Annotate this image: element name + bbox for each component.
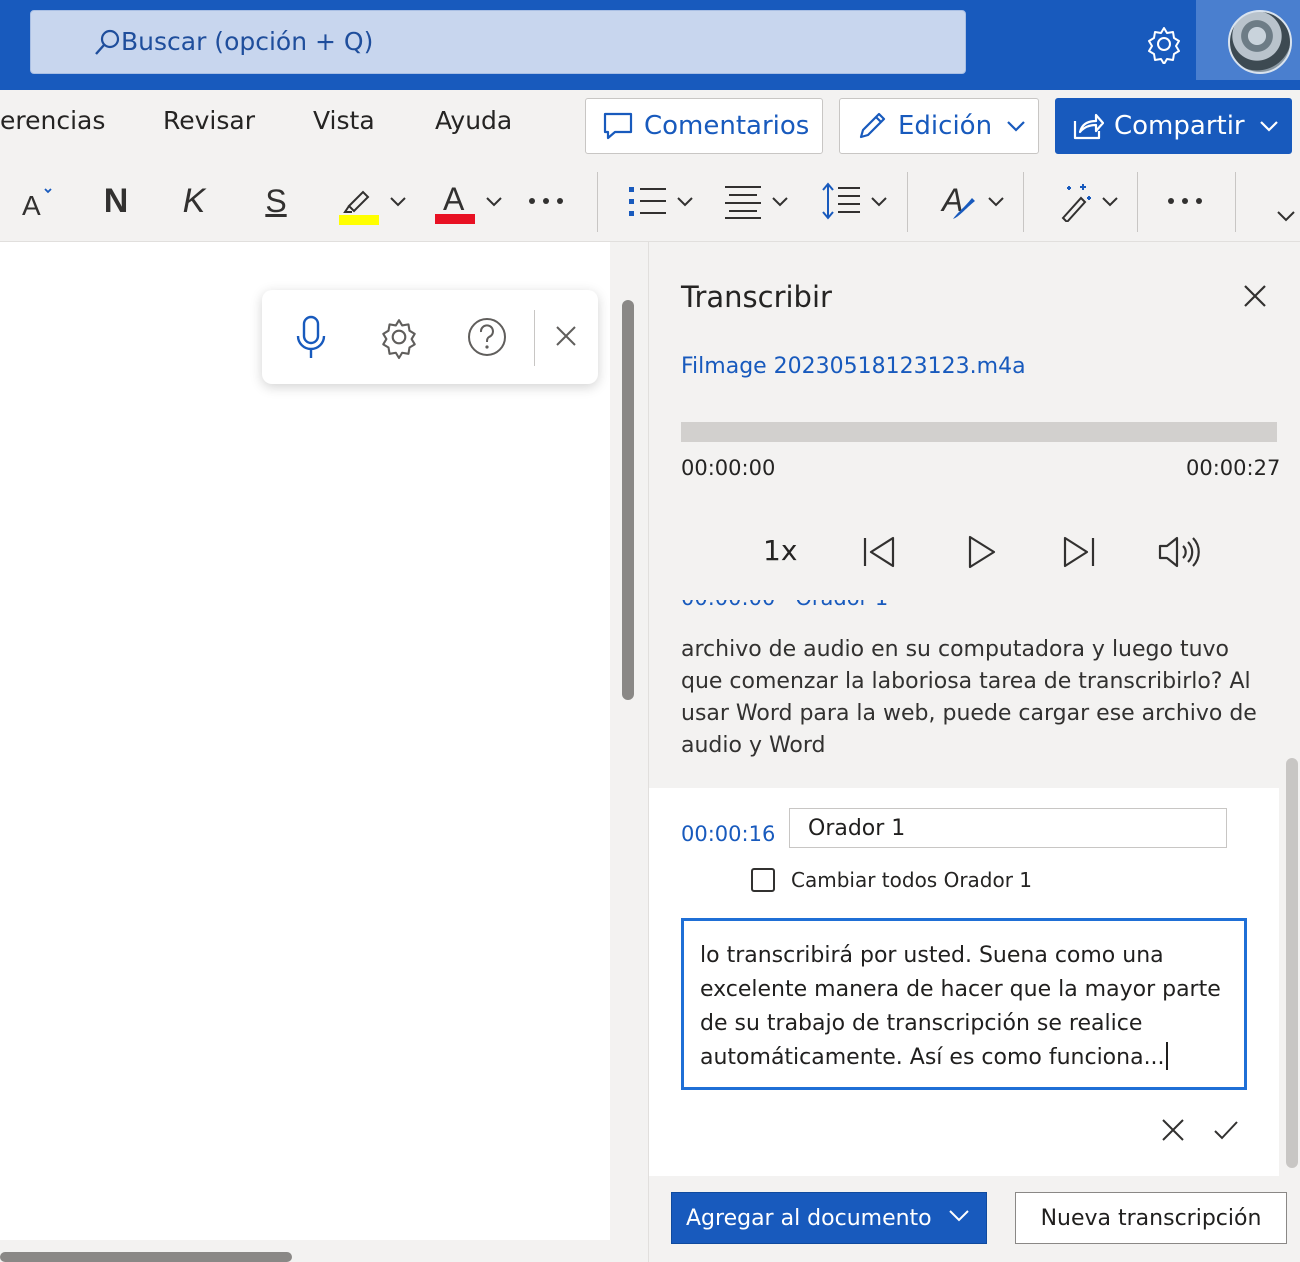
document-horizontal-scrollbar[interactable] (0, 1252, 292, 1262)
toolbar-divider (1023, 172, 1024, 232)
segment-text: archivo de audio en su computadora y lue… (681, 637, 1257, 758)
font-color-button[interactable]: A (430, 176, 506, 226)
svg-text:A: A (22, 190, 41, 221)
search-icon (91, 27, 123, 63)
top-bar: Buscar (opción + Q) (0, 0, 1300, 90)
new-transcription-button[interactable]: Nueva transcripción (1015, 1192, 1287, 1244)
change-all-speakers-checkbox[interactable] (751, 868, 775, 892)
align-center-icon (725, 186, 761, 219)
playback-progress-bar[interactable] (681, 422, 1277, 442)
chevron-down-icon (1007, 121, 1025, 132)
segment-text-editor[interactable]: lo transcribirá por usted. Suena como un… (681, 918, 1247, 1090)
styles-button[interactable]: A (936, 176, 1008, 226)
pencil-icon (859, 112, 886, 139)
search-box[interactable]: Buscar (opción + Q) (30, 10, 966, 74)
tab-ayuda[interactable]: Ayuda (435, 106, 512, 135)
designer-button[interactable] (1052, 176, 1124, 226)
bullet-list-icon (629, 187, 666, 216)
segment-edit-text: lo transcribirá por usted. Suena como un… (700, 943, 1221, 1070)
line-spacing-icon (822, 182, 860, 220)
microphone-icon[interactable] (294, 314, 328, 366)
speaker-name-input[interactable] (789, 808, 1227, 848)
toolbar-divider (1235, 172, 1236, 232)
font-size-icon[interactable]: A (18, 176, 58, 226)
bold-button[interactable]: N (96, 176, 136, 226)
share-button[interactable]: Compartir (1055, 98, 1292, 154)
comments-label: Comentarios (644, 111, 810, 141)
more-options-icon[interactable] (526, 176, 566, 226)
italic-button[interactable]: K (176, 176, 212, 226)
playback-speed-button[interactable]: 1x (763, 534, 797, 567)
align-button[interactable] (720, 176, 792, 226)
chevron-down-icon (988, 197, 1004, 207)
share-label: Compartir (1114, 111, 1245, 141)
transcript-segment-editing: 00:00:16 Cambiar todos Orador 1 lo trans… (649, 788, 1279, 1176)
dictation-divider (534, 310, 535, 366)
font-color-icon: A (435, 181, 475, 224)
close-icon[interactable] (554, 324, 578, 352)
tab-vista[interactable]: Vista (313, 106, 375, 135)
volume-icon[interactable] (1157, 532, 1201, 576)
panel-scrollbar[interactable] (1286, 758, 1298, 1168)
transcript-segment[interactable]: 00:00:00 · Orador 1 archivo de audio en … (681, 600, 1281, 770)
magic-wand-icon (1061, 184, 1091, 222)
comment-icon (603, 112, 633, 140)
ribbon-tabs: erencias Revisar Vista Ayuda Comentarios… (0, 90, 1300, 160)
confirm-edit-icon[interactable] (1213, 1118, 1239, 1146)
transcribe-panel: Transcribir Filmage 20230518123123.m4a 0… (648, 242, 1300, 1262)
toolbar-divider (1137, 172, 1138, 232)
segment-timestamp[interactable]: 00:00:16 (681, 822, 775, 846)
dictation-settings-icon[interactable] (378, 314, 420, 364)
search-placeholder: Buscar (opción + Q) (121, 27, 374, 56)
chevron-down-icon (1259, 121, 1278, 132)
document-vertical-scrollbar[interactable] (622, 300, 634, 700)
toolbar-divider (597, 172, 598, 232)
dictation-toolbar (262, 290, 598, 384)
editing-label: Edición (898, 111, 993, 141)
tab-revisar[interactable]: Revisar (163, 106, 255, 135)
cancel-edit-icon[interactable] (1161, 1118, 1185, 1146)
help-icon[interactable] (466, 314, 508, 364)
document-canvas (0, 242, 648, 1262)
add-to-document-button[interactable]: Agregar al documento (671, 1192, 987, 1244)
chevron-down-icon (949, 1210, 969, 1222)
highlighter-icon (339, 190, 379, 225)
more-options-icon[interactable] (1165, 176, 1205, 226)
toolbar-divider (907, 172, 908, 232)
styles-icon: A (940, 182, 975, 219)
panel-title: Transcribir (681, 280, 832, 314)
text-caret (1165, 1042, 1168, 1070)
highlight-button[interactable] (334, 176, 410, 226)
play-icon[interactable] (965, 532, 997, 576)
segment-header-cutoff: 00:00:00 · Orador 1 (681, 600, 888, 610)
add-to-document-label: Agregar al documento (686, 1205, 932, 1231)
formatting-toolbar: A N K S A A (0, 160, 1300, 242)
avatar[interactable] (1228, 10, 1292, 74)
current-time: 00:00:00 (681, 456, 776, 480)
chevron-down-icon (390, 197, 406, 207)
chevron-down-icon (486, 197, 502, 207)
total-time: 00:00:27 (1186, 456, 1281, 480)
skip-forward-icon[interactable] (1061, 532, 1097, 576)
close-icon[interactable] (1243, 284, 1267, 312)
audio-file-link[interactable]: Filmage 20230518123123.m4a (681, 354, 1026, 379)
chevron-down-icon (772, 197, 788, 207)
chevron-down-icon (677, 197, 693, 207)
comments-button[interactable]: Comentarios (585, 98, 823, 154)
settings-icon[interactable] (1144, 24, 1184, 68)
change-all-speakers-label: Cambiar todos Orador 1 (791, 868, 1033, 892)
document-page[interactable] (0, 242, 610, 1240)
ribbon-expand-icon[interactable] (1274, 204, 1298, 228)
share-icon (1073, 113, 1104, 140)
line-spacing-button[interactable] (818, 176, 890, 226)
tab-referencias[interactable]: erencias (0, 106, 105, 135)
bullets-button[interactable] (624, 176, 696, 226)
skip-back-icon[interactable] (861, 532, 897, 576)
chevron-down-icon (1102, 197, 1118, 207)
editing-mode-button[interactable]: Edición (839, 98, 1039, 154)
underline-button[interactable]: S (258, 176, 294, 226)
chevron-down-icon (871, 197, 887, 207)
svg-text:A: A (443, 181, 465, 217)
